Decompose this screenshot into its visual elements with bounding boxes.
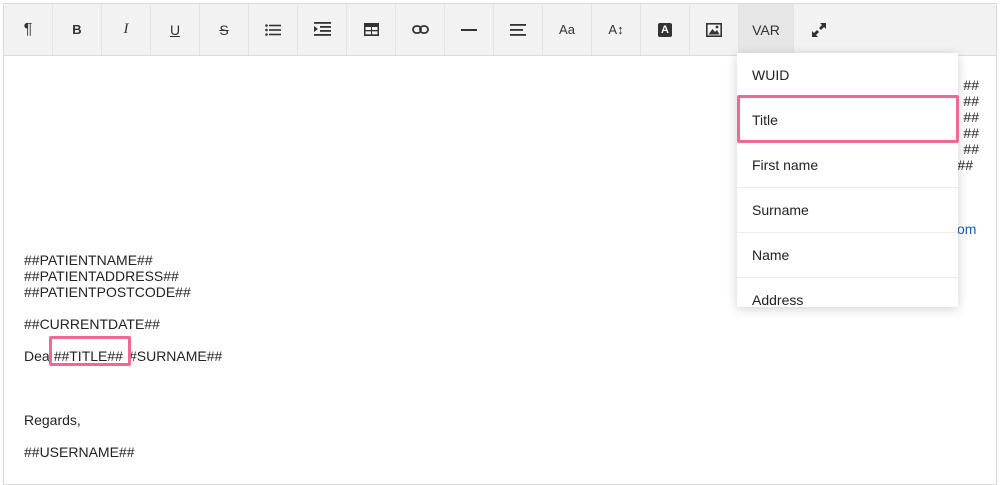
surname-var: #SURNAME## xyxy=(128,348,223,364)
regards-text: Regards, xyxy=(24,412,81,428)
italic-button[interactable]: I xyxy=(102,4,151,55)
var-option-name[interactable]: Name xyxy=(737,233,958,278)
current-date-var: ##CURRENTDATE## xyxy=(24,316,160,332)
align-left-icon xyxy=(510,23,526,36)
strikethrough-button[interactable]: S xyxy=(200,4,249,55)
indent-button[interactable] xyxy=(298,4,347,55)
editor-toolbar: ¶ B I U S Aa A↕ A VAR xyxy=(4,4,996,56)
align-button[interactable] xyxy=(494,4,543,55)
text-color-button[interactable]: A xyxy=(641,4,690,55)
option-label: Name xyxy=(752,247,790,263)
link-button[interactable] xyxy=(396,4,445,55)
line-height-icon: A↕ xyxy=(608,22,624,37)
line-height-button[interactable]: A↕ xyxy=(592,4,641,55)
title-var: ##TITLE## xyxy=(53,348,123,364)
fullscreen-button[interactable] xyxy=(794,4,843,55)
image-button[interactable] xyxy=(690,4,739,55)
horizontal-rule-button[interactable] xyxy=(445,4,494,55)
horizontal-line-icon xyxy=(461,28,477,31)
unordered-list-button[interactable] xyxy=(249,4,298,55)
font-size-button[interactable]: Aa xyxy=(543,4,592,55)
header-var-fragment: ## xyxy=(957,157,973,173)
bold-icon: B xyxy=(72,22,82,37)
header-var-fragment: ## xyxy=(963,125,979,141)
patient-postcode-var: ##PATIENTPOSTCODE## xyxy=(24,284,191,300)
option-label: Surname xyxy=(752,202,809,218)
patient-name-var: ##PATIENTNAME## xyxy=(24,252,153,268)
header-var-fragment: ## xyxy=(963,77,979,93)
option-label: WUID xyxy=(752,67,790,83)
var-dropdown-menu: WUID Title First name Surname Name Addre… xyxy=(737,53,958,307)
salutation-line: Dea ##TITLE## #SURNAME## xyxy=(24,348,222,364)
var-option-address[interactable]: Address xyxy=(737,278,958,307)
italic-icon: I xyxy=(123,21,129,37)
table-icon xyxy=(363,23,379,36)
var-option-title[interactable]: Title xyxy=(737,98,958,143)
email-link-fragment[interactable]: om xyxy=(957,221,976,237)
var-option-first-name[interactable]: First name xyxy=(737,143,958,188)
salutation-prefix: Dea xyxy=(24,348,50,364)
table-button[interactable] xyxy=(347,4,396,55)
underline-icon: U xyxy=(169,21,181,38)
link-icon xyxy=(411,25,429,34)
image-icon xyxy=(706,22,722,37)
bold-button[interactable]: B xyxy=(53,4,102,55)
var-label: VAR xyxy=(752,21,780,38)
paragraph-icon: ¶ xyxy=(23,20,33,38)
var-option-surname[interactable]: Surname xyxy=(737,188,958,233)
option-label: First name xyxy=(752,157,819,173)
option-label: Address xyxy=(752,292,804,307)
patient-address-var: ##PATIENTADDRESS## xyxy=(24,268,179,284)
header-var-fragment: ## xyxy=(963,93,979,109)
text-color-icon: A xyxy=(658,22,672,37)
var-option-wuid[interactable]: WUID xyxy=(737,53,958,98)
font-size-icon: Aa xyxy=(559,22,575,37)
strikethrough-icon: S xyxy=(219,21,229,38)
var-button[interactable]: VAR xyxy=(739,4,794,55)
header-var-fragment: ## xyxy=(963,109,979,125)
paragraph-button[interactable]: ¶ xyxy=(4,4,53,55)
header-var-fragment: ## xyxy=(963,141,979,157)
indent-icon xyxy=(313,21,331,36)
list-icon xyxy=(265,23,281,36)
username-var: ##USERNAME## xyxy=(24,444,135,460)
expand-icon xyxy=(811,22,826,37)
option-label: Title xyxy=(752,112,778,128)
underline-button[interactable]: U xyxy=(151,4,200,55)
